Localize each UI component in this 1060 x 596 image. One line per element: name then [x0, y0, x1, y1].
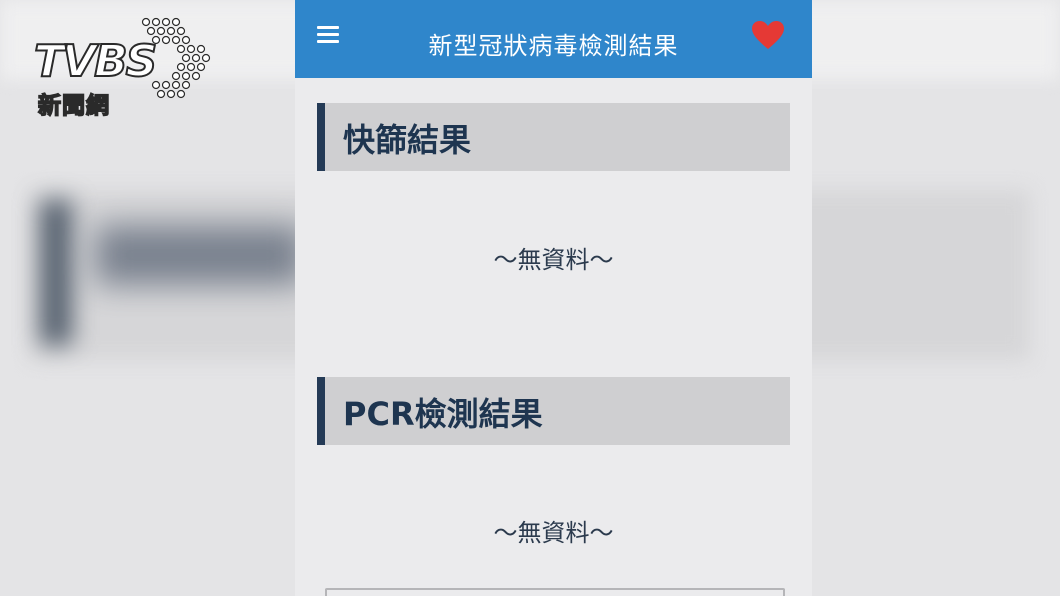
pcr-no-data: ～無資料～ — [493, 519, 614, 547]
rapid-test-section-title: 快篩結果 — [343, 121, 472, 159]
pcr-section-header: PCR檢測結果 — [317, 377, 790, 445]
heart-icon[interactable] — [751, 20, 785, 50]
pcr-section-title: PCR檢測結果 — [343, 395, 543, 433]
phone-screen: 新型冠狀病毒檢測結果 快篩結果 ～無資料～ PCR檢測結果 ～無資料～ — [295, 0, 812, 596]
rapid-test-no-data: ～無資料～ — [493, 246, 614, 274]
app-title: 新型冠狀病毒檢測結果 — [428, 32, 679, 60]
blurred-title-text — [95, 225, 305, 285]
rapid-test-section-header: 快篩結果 — [317, 103, 790, 171]
logo-letters: TVBS — [33, 35, 158, 88]
bottom-card-outline — [325, 588, 785, 596]
app-bar: 新型冠狀病毒檢測結果 — [295, 0, 812, 78]
logo-subtitle: 新聞網 — [37, 92, 110, 120]
tvbs-logo: TVBS 新聞網 — [28, 16, 214, 120]
blurred-accent-bar — [40, 200, 72, 345]
